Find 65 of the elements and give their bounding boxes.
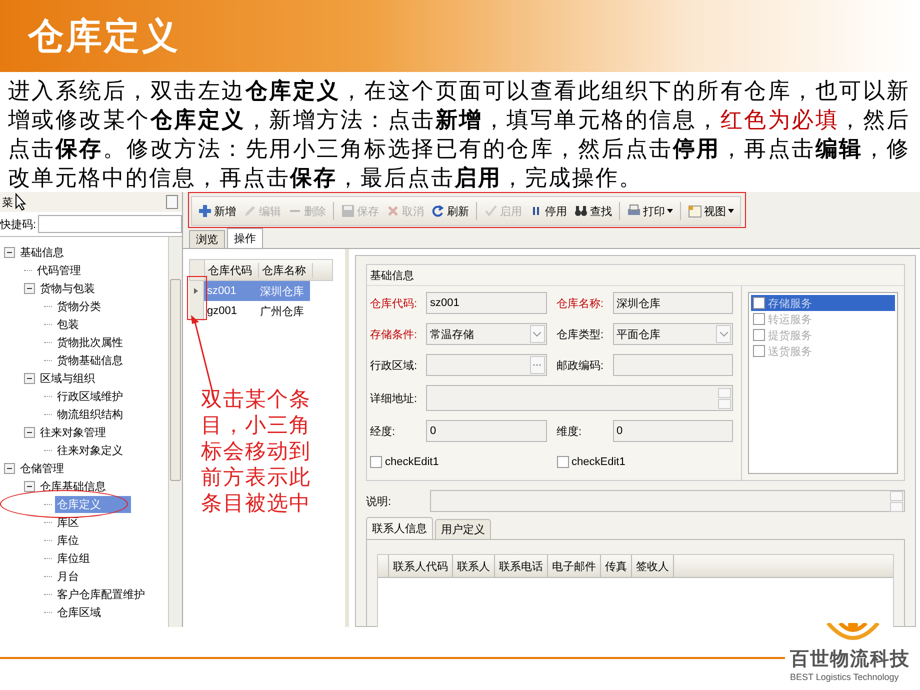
- tree-item[interactable]: 库位: [55, 532, 81, 548]
- tab[interactable]: 联系人信息: [366, 517, 433, 539]
- field-label: 说明:: [366, 494, 392, 508]
- tree-item[interactable]: 库位组: [55, 550, 92, 566]
- column-header[interactable]: 传真: [601, 555, 632, 577]
- tree-item[interactable]: 货物批次属性: [55, 334, 125, 350]
- tab[interactable]: 操作: [227, 228, 263, 248]
- tree-item[interactable]: 行政区域维护: [55, 388, 125, 404]
- checkbox-label: checkEdit1: [385, 456, 439, 468]
- tree-item[interactable]: 基础信息: [18, 244, 66, 260]
- tree-item[interactable]: 货物与包装: [38, 280, 97, 296]
- field-label: 仓库名称:: [556, 296, 605, 310]
- logo-tagline: BEST Logistics Technology: [790, 672, 899, 682]
- tree-item[interactable]: 代码管理: [35, 262, 83, 278]
- instruction-paragraph: 进入系统后，双击左边仓库定义，在这个页面可以查看此组织下的所有仓库，也可以新增或修改某个仓库定义，新增方法：点击新增，填写单元格的信息，红色为必填，然后点击保存。修改方法：先用小三角标选择已有的仓库，然后点击停用，再点击编辑，修改单元格中的信息，再点击保存，最后点击启用，完成操作。: [8, 77, 910, 192]
- column-header[interactable]: 仓库名称: [259, 262, 313, 278]
- panel-title: 菜: [2, 196, 13, 210]
- tree-item[interactable]: 往来对象定义: [55, 442, 125, 458]
- toolbar-button[interactable]: 停用: [527, 204, 569, 218]
- column-header[interactable]: 联系人代码: [389, 555, 453, 577]
- tree-item[interactable]: 货物分类: [55, 298, 103, 314]
- tree-item[interactable]: 物流组织结构: [55, 406, 125, 422]
- input-field[interactable]: sz001: [426, 292, 546, 314]
- toolbar-button[interactable]: 刷新: [429, 204, 471, 218]
- tree-item[interactable]: 仓库区域: [55, 604, 103, 620]
- column-header[interactable]: 联系人: [453, 555, 495, 577]
- slide-title: 仓库定义: [28, 14, 180, 58]
- dropdown-field[interactable]: 平面仓库: [612, 323, 733, 345]
- column-header[interactable]: 电子邮件: [548, 555, 601, 577]
- checkbox-label: checkEdit1: [572, 456, 626, 468]
- toolbar-button[interactable]: 查找: [572, 204, 614, 218]
- column-header[interactable]: 仓库代码: [205, 262, 259, 278]
- list-item[interactable]: 存储服务: [751, 295, 895, 311]
- toolbar-button[interactable]: 视图: [686, 204, 736, 218]
- shortcut-label: 快捷码:: [0, 218, 36, 232]
- field-label: 行政区域:: [370, 358, 418, 372]
- column-header[interactable]: 联系电话: [495, 555, 548, 577]
- tree-item[interactable]: 库区: [55, 514, 81, 530]
- field-label: 邮政编码:: [556, 358, 605, 372]
- field-label: 仓库代码:: [370, 296, 418, 310]
- field-label: 维度:: [556, 424, 583, 438]
- toolbar-button[interactable]: 新增: [196, 204, 238, 218]
- field-label: 经度:: [370, 424, 396, 438]
- tree-item[interactable]: 客户仓库配置维护: [55, 586, 147, 602]
- logo-name: 百世物流科技: [790, 648, 910, 672]
- toolbar-button[interactable]: 打印: [625, 204, 675, 218]
- tree-item[interactable]: 货物基础信息: [55, 352, 125, 368]
- tree-item[interactable]: 往来对象管理: [38, 424, 108, 440]
- dropdown-field[interactable]: 常温存储: [426, 323, 546, 345]
- tab[interactable]: 浏览: [189, 230, 225, 248]
- group-title: 基础信息: [370, 268, 414, 282]
- input-field[interactable]: 深圳仓库: [612, 292, 733, 314]
- field-label: 详细地址:: [370, 392, 418, 406]
- tree-item[interactable]: 仓储管理: [18, 460, 66, 476]
- tree-item[interactable]: 月台: [55, 568, 81, 584]
- table-cell[interactable]: 广州仓库: [257, 304, 310, 318]
- tab[interactable]: 用户定义: [435, 519, 491, 539]
- tree-item[interactable]: 包装: [55, 316, 81, 332]
- input-field[interactable]: 0: [612, 420, 733, 442]
- column-header[interactable]: 签收人: [632, 555, 674, 577]
- input-field[interactable]: 0: [426, 420, 546, 442]
- tree-item[interactable]: 区域与组织: [38, 370, 97, 386]
- field-label: 存储条件:: [370, 328, 418, 342]
- field-label: 仓库类型:: [556, 328, 605, 342]
- table-cell[interactable]: gz001: [204, 305, 257, 317]
